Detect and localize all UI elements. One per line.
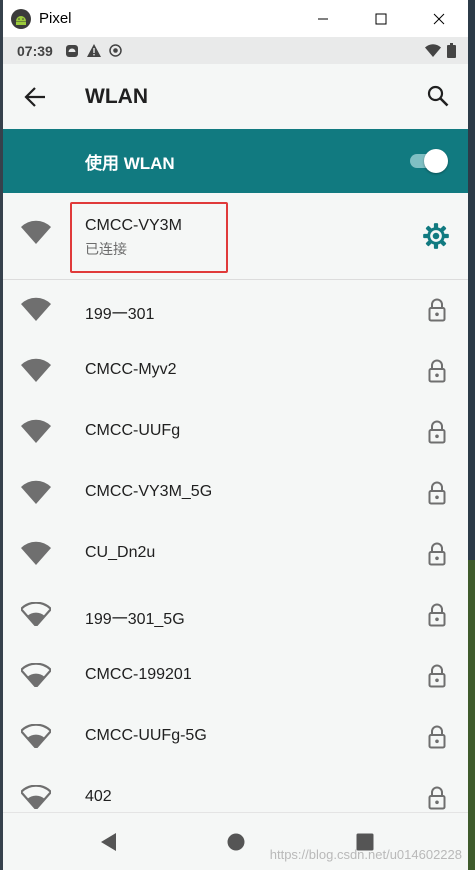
network-name: CMCC-VY3M_5G: [85, 483, 213, 500]
wlan-switch-label: 使用 WLAN: [85, 153, 175, 173]
watermark-text: https://blog.csdn.net/u014602228: [269, 847, 462, 862]
wlan-master-switch-row[interactable]: 使用 WLAN: [3, 129, 468, 193]
network-row[interactable]: CU_Dn2u: [3, 524, 468, 585]
record-icon: [109, 44, 122, 57]
gear-icon[interactable]: [422, 222, 450, 250]
close-button[interactable]: [410, 0, 468, 37]
lock-icon: [428, 786, 446, 810]
network-name: CU_Dn2u: [85, 544, 156, 561]
nav-back-triangle-icon: [101, 833, 116, 851]
app-bar: WLAN: [3, 64, 468, 129]
highlight-annotation-box: [70, 202, 228, 273]
emulator-window: Pixel 07:39 WLAN 使用 WLAN CMCC-VY3M 已连接 1…: [3, 0, 468, 870]
network-row[interactable]: 199一301_5G: [3, 585, 468, 646]
wifi-signal-full-icon: [21, 358, 51, 382]
lock-icon: [428, 481, 446, 505]
wifi-signal-full-icon: [21, 297, 51, 321]
wifi-signal-medium-icon: [21, 602, 51, 626]
arrow-back-icon: [24, 86, 45, 107]
page-title: WLAN: [85, 84, 148, 108]
navigation-bar: https://blog.csdn.net/u014602228: [3, 812, 468, 870]
android-face-icon: [65, 44, 78, 57]
lock-icon: [428, 664, 446, 688]
wifi-signal-full-icon: [21, 419, 51, 443]
minimize-button[interactable]: [294, 0, 352, 37]
network-row[interactable]: CMCC-UUFg: [3, 402, 468, 463]
minimize-icon: [318, 18, 328, 19]
lock-icon: [428, 420, 446, 444]
search-icon: [427, 85, 449, 107]
search-button[interactable]: [418, 76, 458, 116]
maximize-button[interactable]: [352, 0, 410, 37]
network-name: 402: [85, 788, 112, 805]
wifi-status-icon: [425, 44, 441, 57]
network-name: CMCC-Myv2: [85, 361, 177, 378]
nav-back-button[interactable]: [97, 830, 121, 854]
desktop-wallpaper-strip: [468, 560, 475, 870]
back-button[interactable]: [15, 77, 55, 117]
window-titlebar: Pixel: [3, 0, 468, 37]
toggle-thumb: [424, 149, 448, 173]
network-name: 199一301: [85, 306, 155, 323]
lock-icon: [428, 359, 446, 383]
connected-network-row[interactable]: CMCC-VY3M 已连接: [3, 193, 468, 280]
battery-icon: [447, 43, 456, 58]
network-name: CMCC-199201: [85, 666, 192, 683]
window-controls: [294, 0, 468, 37]
close-icon: [433, 13, 445, 24]
wifi-signal-medium-icon: [21, 663, 51, 687]
lock-icon: [428, 298, 446, 322]
wifi-signal-full-icon: [21, 480, 51, 504]
wifi-signal-medium-icon: [21, 785, 51, 809]
wifi-signal-full-icon: [21, 541, 51, 565]
status-notification-icons: [65, 44, 122, 58]
network-row[interactable]: 199一301: [3, 280, 468, 341]
status-bar: 07:39: [3, 37, 468, 64]
wlan-toggle[interactable]: [408, 149, 448, 173]
nav-home-button[interactable]: [224, 830, 248, 854]
network-name: CMCC-UUFg-5G: [85, 727, 207, 744]
wifi-signal-medium-icon: [21, 724, 51, 748]
network-name: CMCC-UUFg: [85, 422, 181, 439]
network-name: 199一301_5G: [85, 611, 185, 628]
phone-screen: 07:39 WLAN 使用 WLAN CMCC-VY3M 已连接 199一301…: [3, 37, 468, 870]
maximize-icon: [375, 13, 387, 24]
nav-home-circle-icon: [227, 833, 245, 851]
network-row[interactable]: CMCC-UUFg-5G: [3, 707, 468, 768]
window-title: Pixel: [39, 10, 72, 27]
lock-icon: [428, 542, 446, 566]
network-row[interactable]: CMCC-VY3M_5G: [3, 463, 468, 524]
network-row[interactable]: CMCC-199201: [3, 646, 468, 707]
status-time: 07:39: [17, 42, 53, 59]
status-system-icons: [425, 37, 456, 64]
lock-icon: [428, 725, 446, 749]
android-app-icon: [11, 8, 31, 29]
available-networks-list: 199一301 CMCC-Myv2 CMCC-UUFg CMCC-VY3M_5G CU_…: [3, 280, 468, 829]
wifi-signal-full-icon: [21, 220, 51, 244]
network-row[interactable]: CMCC-Myv2: [3, 341, 468, 402]
warning-icon: [86, 44, 101, 57]
lock-icon: [428, 603, 446, 627]
